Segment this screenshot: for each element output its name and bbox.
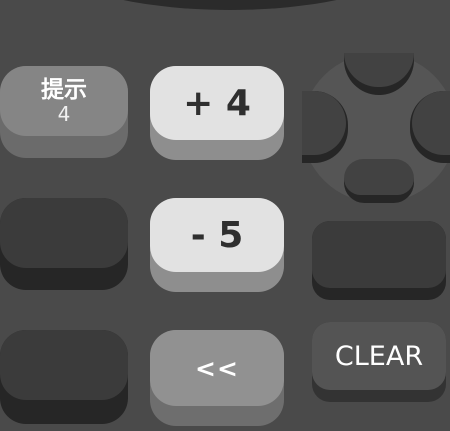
- dpad-down-cap: [344, 159, 414, 195]
- back-button-label: <<: [150, 330, 284, 406]
- blank-key-left-bottom[interactable]: [0, 330, 128, 424]
- hint-count: 4: [57, 102, 71, 126]
- blank-key-face: [0, 198, 128, 268]
- plus-button[interactable]: + 4: [150, 66, 284, 160]
- dpad-up-cap: [344, 53, 414, 87]
- dpad-right-button[interactable]: [410, 91, 450, 163]
- back-button[interactable]: <<: [150, 330, 284, 426]
- blank-key-left-middle[interactable]: [0, 198, 128, 290]
- hint-button[interactable]: 提示 4: [0, 66, 128, 158]
- dpad-down-button[interactable]: [344, 159, 414, 203]
- minus-button-label: - 5: [150, 198, 284, 272]
- minus-button[interactable]: - 5: [150, 198, 284, 292]
- hint-label: 提示: [41, 77, 87, 103]
- clear-button[interactable]: CLEAR: [312, 322, 446, 402]
- top-panel-edge: [30, 0, 430, 10]
- blank-key-right-middle[interactable]: [312, 221, 446, 300]
- dpad-left-button[interactable]: [302, 91, 348, 163]
- dpad-right-cap: [412, 91, 450, 155]
- directional-pad: [302, 53, 450, 203]
- dpad-left-cap: [302, 91, 346, 155]
- game-keypad: 提示 4 + 4 - 5 << CLEAR: [0, 0, 450, 431]
- plus-button-label: + 4: [150, 66, 284, 140]
- hint-button-face: 提示 4: [0, 66, 128, 136]
- clear-button-label: CLEAR: [312, 322, 446, 390]
- blank-key-face: [312, 221, 446, 288]
- blank-key-face: [0, 330, 128, 400]
- dpad-up-button[interactable]: [344, 53, 414, 95]
